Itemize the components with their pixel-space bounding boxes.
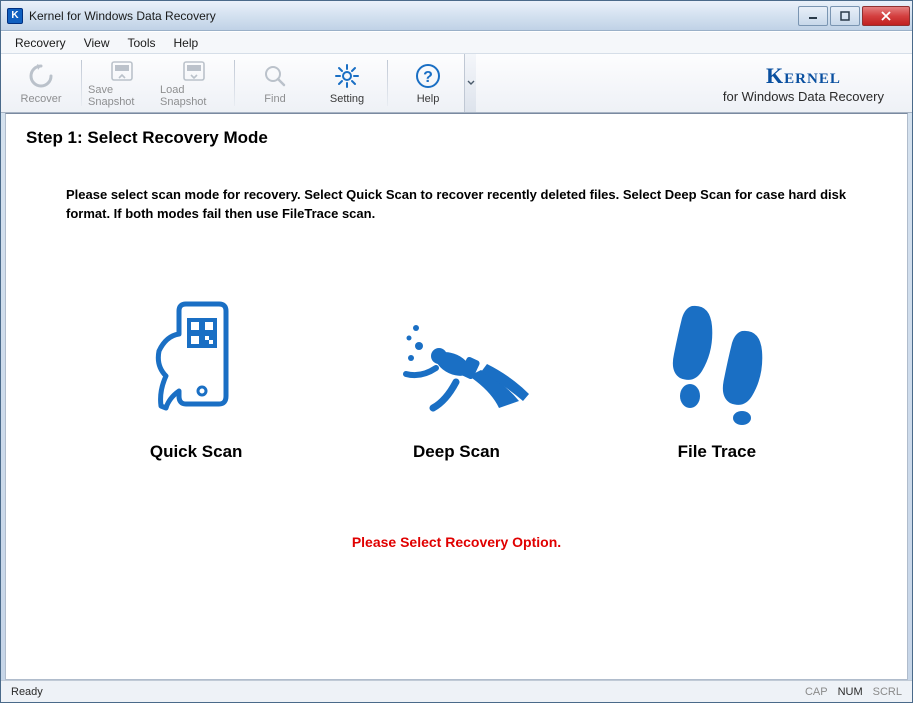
- recover-button: Recover: [5, 54, 77, 112]
- help-button[interactable]: ? Help: [392, 54, 464, 112]
- help-icon: ?: [414, 62, 442, 90]
- app-icon: K: [7, 8, 23, 24]
- quick-scan-label: Quick Scan: [150, 442, 243, 462]
- find-button: Find: [239, 54, 311, 112]
- quick-scan-option[interactable]: Quick Scan: [96, 296, 296, 462]
- statusbar: Ready CAP NUM SCRL: [1, 680, 912, 702]
- toolbar-separator: [81, 60, 82, 106]
- brand-name: Kernel: [766, 63, 841, 89]
- app-window: K Kernel for Windows Data Recovery Recov…: [0, 0, 913, 703]
- find-icon: [261, 62, 289, 90]
- minimize-icon: [808, 11, 818, 21]
- brand-subtitle: for Windows Data Recovery: [723, 89, 884, 104]
- maximize-icon: [840, 11, 850, 21]
- close-icon: [880, 11, 892, 21]
- file-trace-option[interactable]: File Trace: [617, 296, 817, 462]
- setting-label: Setting: [330, 93, 364, 105]
- svg-text:?: ?: [423, 69, 433, 86]
- load-snapshot-button: Load Snapshot: [158, 54, 230, 112]
- page-title: Step 1: Select Recovery Mode: [26, 128, 887, 148]
- help-label: Help: [417, 93, 440, 105]
- deep-scan-icon: [381, 316, 531, 426]
- save-snapshot-label: Save Snapshot: [88, 84, 156, 108]
- menu-view[interactable]: View: [76, 34, 118, 52]
- titlebar: K Kernel for Windows Data Recovery: [1, 1, 912, 31]
- save-snapshot-icon: [108, 58, 136, 81]
- setting-icon: [333, 62, 361, 90]
- toolbar-spacer: [476, 54, 711, 112]
- select-prompt: Please Select Recovery Option.: [26, 534, 887, 550]
- status-indicators: CAP NUM SCRL: [805, 686, 902, 698]
- file-trace-label: File Trace: [678, 442, 756, 462]
- menu-tools[interactable]: Tools: [119, 34, 163, 52]
- scroll-indicator: SCRL: [873, 686, 902, 698]
- menubar: Recovery View Tools Help: [1, 31, 912, 53]
- setting-button[interactable]: Setting: [311, 54, 383, 112]
- toolbar-separator: [234, 60, 235, 106]
- minimize-button[interactable]: [798, 6, 828, 26]
- toolbar-overflow-button[interactable]: [464, 54, 476, 112]
- recover-label: Recover: [21, 93, 62, 105]
- load-snapshot-label: Load Snapshot: [160, 84, 228, 108]
- save-snapshot-button: Save Snapshot: [86, 54, 158, 112]
- window-controls: [798, 6, 910, 26]
- recover-icon: [27, 62, 55, 90]
- status-ready: Ready: [11, 686, 805, 698]
- menu-recovery[interactable]: Recovery: [7, 34, 74, 52]
- maximize-button[interactable]: [830, 6, 860, 26]
- content-area: Step 1: Select Recovery Mode Please sele…: [5, 113, 908, 680]
- menu-help[interactable]: Help: [166, 34, 207, 52]
- instructions-text: Please select scan mode for recovery. Se…: [26, 186, 887, 224]
- close-button[interactable]: [862, 6, 910, 26]
- num-indicator: NUM: [838, 686, 863, 698]
- file-trace-icon: [652, 296, 782, 426]
- toolbar-separator: [387, 60, 388, 106]
- deep-scan-label: Deep Scan: [413, 442, 500, 462]
- load-snapshot-icon: [180, 58, 208, 81]
- window-title: Kernel for Windows Data Recovery: [29, 9, 798, 23]
- find-label: Find: [264, 93, 285, 105]
- deep-scan-option[interactable]: Deep Scan: [356, 316, 556, 462]
- brand-logo: Kernel for Windows Data Recovery: [711, 54, 908, 112]
- quick-scan-icon: [141, 296, 251, 426]
- recovery-options: Quick Scan Deep Scan: [26, 296, 887, 462]
- toolbar: Recover Save Snapshot Load Snapshot: [1, 53, 912, 113]
- caps-indicator: CAP: [805, 686, 828, 698]
- chevron-down-icon: [467, 76, 475, 90]
